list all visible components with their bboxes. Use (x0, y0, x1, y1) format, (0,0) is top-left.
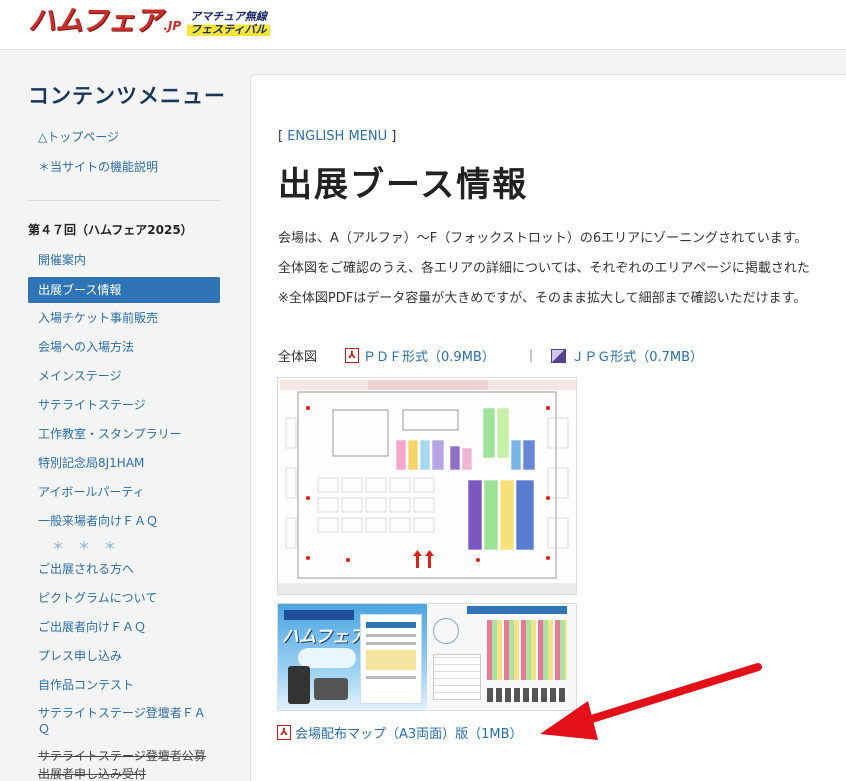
pdf-icon: ⅄ (277, 725, 291, 740)
intro-paragraph-3: ※全体図PDFはデータ容量が大きめですが、そのまま拡大して細部まで確認いただけま… (278, 291, 807, 306)
english-menu-link[interactable]: ENGLISH MENU (287, 129, 387, 144)
pdf-link-label: ＰＤＦ形式（0.9MB） (363, 350, 495, 365)
download-row: 全体図 ⅄ ＰＤＦ形式（0.9MB） | ＪＰＧ形式（0.7MB） (278, 346, 703, 365)
sidebar-stars: ＊＊＊ (52, 539, 131, 553)
english-menu: [ ENGLISH MENU ] (278, 129, 397, 144)
floor-map-image (278, 378, 576, 594)
floor-map-thumbnail[interactable] (277, 377, 577, 595)
sidebar-item-press[interactable]: プレス申し込み (28, 643, 220, 669)
sidebar-item-speaker-faq[interactable]: サテライトステージ登壇者ＦＡＱ (28, 701, 208, 741)
sidebar-item-visitor-faq[interactable]: 一般来場者向けＦＡＱ (28, 508, 220, 534)
intro-paragraph-1: 会場は、A（アルファ）〜F（フォックストロット）の6エリアにゾーニングされていま… (278, 231, 808, 246)
jpg-link-label: ＪＰＧ形式（0.7MB） (571, 350, 704, 365)
intro-paragraph-2: 全体図をご確認のうえ、各エリアの詳細については、それぞれのエリアページに掲載され… (278, 261, 810, 276)
site-logo[interactable]: ハムフェア .JP アマチュア無線 フェスティバル (28, 6, 270, 36)
sidebar-item-exhibitor-apply[interactable]: 出展者申し込み受付 (28, 761, 220, 781)
distribution-map-label: 会場配布マップ（A3両面）版（1MB） (295, 727, 523, 742)
sidebar-divider (28, 200, 220, 201)
sidebar-item-ticket[interactable]: 入場チケット事前販売 (28, 305, 220, 331)
page-title: 出展ブース情報 (278, 165, 529, 205)
poster-title: ハムフェア (282, 627, 366, 647)
sidebar-section-heading: 第４７回（ハムフェア2025） (28, 223, 193, 237)
image-icon (551, 348, 567, 363)
sidebar-item-exhibitor-faq[interactable]: ご出展者向けＦＡＱ (28, 614, 220, 640)
sidebar-item-entry[interactable]: 会場への入場方法 (28, 334, 220, 360)
sidebar-item-eyeball-party[interactable]: アイボールパーティ (28, 479, 220, 505)
main-content: [ ENGLISH MENU ] 出展ブース情報 会場は、A（アルファ）〜F（フ… (250, 74, 846, 781)
logo-text: ハムフェア (28, 4, 162, 37)
sidebar-item-special-station[interactable]: 特別記念局8J1HAM (28, 450, 220, 476)
distribution-map-thumbnail[interactable]: ハムフェア (277, 603, 577, 711)
sidebar-item-pictograms[interactable]: ピクトグラムについて (28, 585, 220, 611)
pdf-icon: ⅄ (345, 348, 360, 363)
sidebar-item-workshop[interactable]: 工作教室・スタンプラリー (28, 421, 220, 447)
distribution-map-link[interactable]: ⅄ 会場配布マップ（A3両面）版（1MB） (277, 723, 523, 742)
sidebar-item-contest[interactable]: 自作品コンテスト (28, 672, 220, 698)
download-label: 全体図 (278, 350, 318, 365)
pdf-download-link[interactable]: ⅄ ＰＤＦ形式（0.9MB） (345, 346, 495, 365)
poster-front: ハムフェア (278, 604, 427, 710)
logo-domain: .JP (163, 19, 182, 33)
logo-subtitle: アマチュア無線 フェスティバル (187, 10, 270, 36)
sidebar-item-exhibitors[interactable]: ご出展される方へ (28, 556, 220, 582)
sidebar-item-main-stage[interactable]: メインステージ (28, 363, 220, 389)
jpg-download-link[interactable]: ＪＰＧ形式（0.7MB） (551, 346, 703, 365)
site-header: ハムフェア .JP アマチュア無線 フェスティバル (0, 0, 846, 50)
sidebar-item-overview[interactable]: 開催案内 (28, 247, 220, 273)
sidebar-item-satellite-stage[interactable]: サテライトステージ (28, 392, 220, 418)
sidebar-link-top[interactable]: △トップページ (38, 128, 119, 145)
sidebar-title: コンテンツメニュー (28, 84, 226, 108)
sidebar-item-booth-info[interactable]: 出展ブース情報 (28, 277, 220, 303)
poster-back (427, 604, 576, 710)
sidebar: コンテンツメニュー △トップページ ＊当サイトの機能説明 第４７回（ハムフェア2… (0, 50, 250, 781)
link-separator: | (528, 348, 534, 363)
sidebar-link-about[interactable]: ＊当サイトの機能説明 (38, 158, 158, 175)
